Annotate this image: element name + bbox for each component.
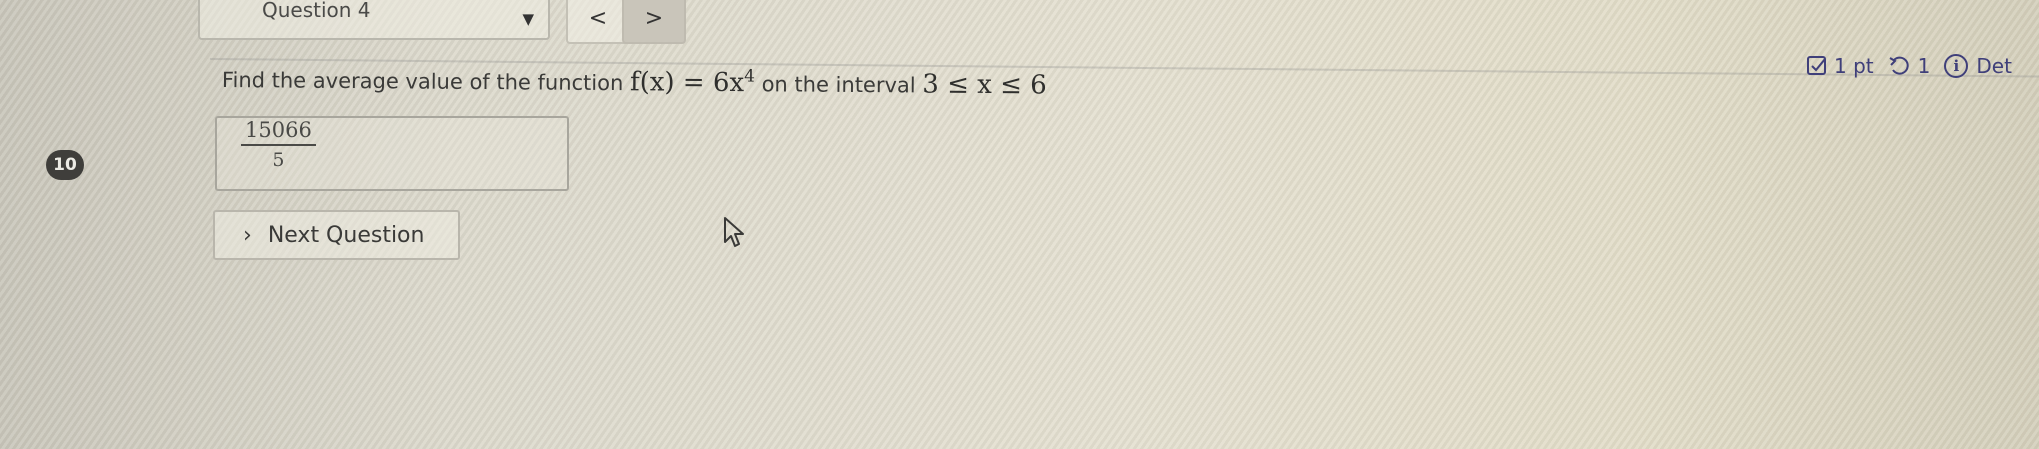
chevron-right-icon: > [644,5,664,31]
chevron-right-icon: › [243,222,252,248]
question-select-label: Question 4 [262,0,371,22]
points-indicator: 1 pt [1806,54,1874,78]
answer-denominator: 5 [272,149,285,171]
prompt-text: Find the average value of the function [221,68,624,96]
answer-input[interactable]: 15066 5 [215,116,569,191]
mouse-cursor-icon [724,217,744,247]
previous-question-button[interactable]: < [566,0,630,44]
chevron-left-icon: < [588,5,608,31]
attempts-indicator: 1 [1888,54,1931,78]
interval-expression: 3 ≤ x ≤ 6 [922,69,1047,101]
function-expression: f(x) = 6x4 [629,66,756,99]
question-select[interactable]: Question 4 ▼ [198,0,550,40]
points-text: 1 pt [1834,54,1874,78]
interval-text: on the interval [761,72,916,98]
answer-numerator: 15066 [245,118,312,142]
checkbox-icon [1807,56,1826,75]
retry-icon [1889,56,1909,75]
question-prompt: Find the average value of the function f… [222,64,1047,100]
attempts-text: 1 [1917,54,1931,78]
dropdown-caret-icon: ▼ [522,10,534,28]
details-link[interactable]: i Det [1944,54,2012,78]
next-question-arrow-button[interactable]: > [622,0,686,44]
next-question-button[interactable]: › Next Question [213,210,460,260]
question-meta: 1 pt 1 i Det [1806,54,2026,78]
details-text: Det [1976,54,2012,78]
question-number-badge: 10 [46,150,84,180]
fraction-bar [241,144,316,146]
info-icon: i [1944,54,1969,78]
answer-fraction: 15066 5 [241,118,316,171]
function-lhs: f(x) = 6x [629,67,745,99]
function-exponent: 4 [744,66,756,87]
next-question-label: Next Question [267,222,425,248]
